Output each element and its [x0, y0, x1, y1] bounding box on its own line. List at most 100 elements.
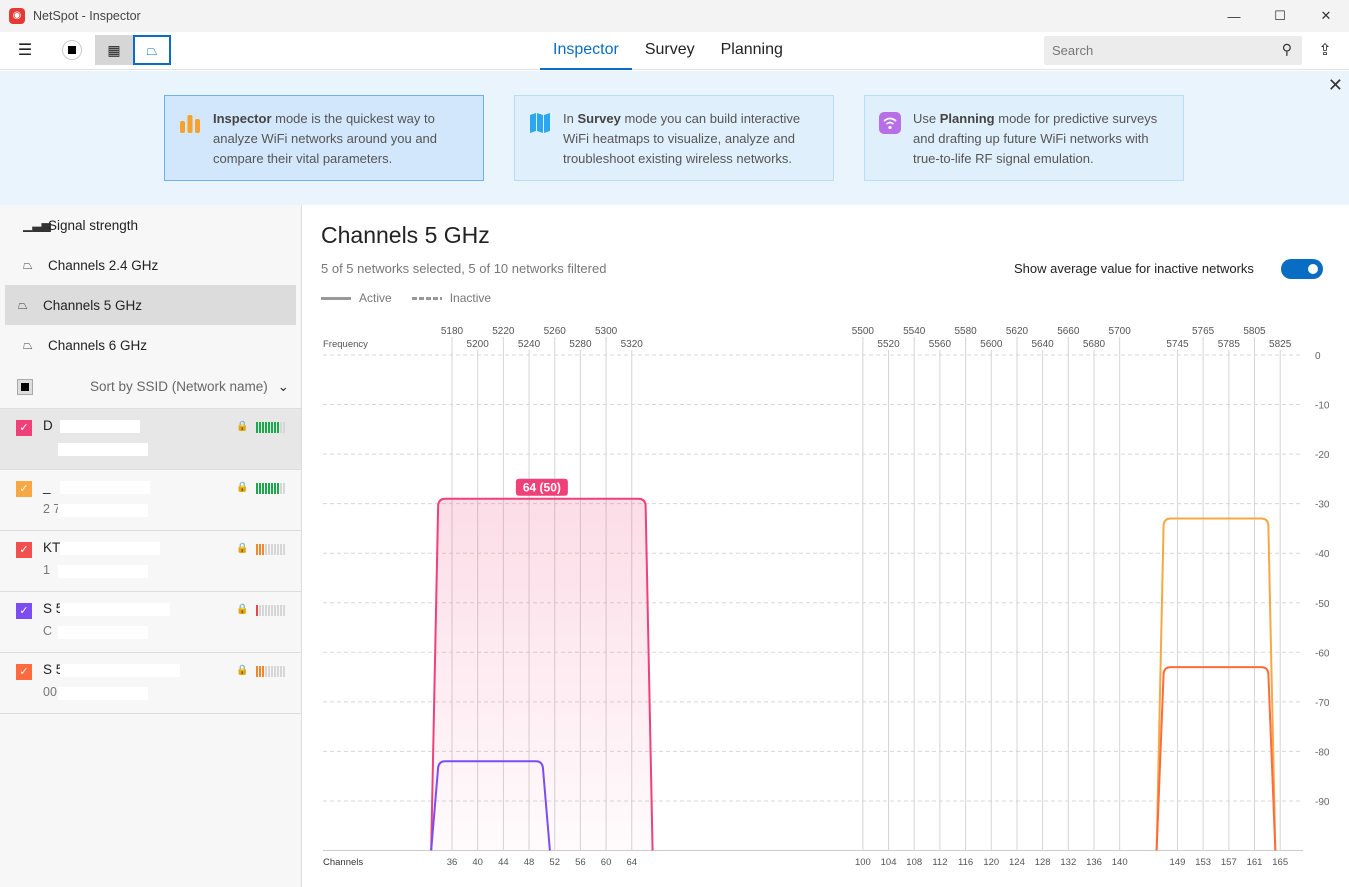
network-channel-label: 64 (50): [523, 481, 561, 495]
network-list-item[interactable]: ✓ _ 2 7 🔒: [0, 470, 301, 531]
channel-tick-label: 136: [1086, 857, 1102, 868]
frequency-tick-label: 5745: [1166, 339, 1189, 350]
y-tick-label: -30: [1315, 500, 1330, 511]
minimize-button[interactable]: —: [1211, 0, 1257, 32]
maximize-button[interactable]: ☐: [1257, 0, 1303, 32]
lock-icon: 🔒: [236, 604, 249, 615]
inspector-info-card[interactable]: Inspector mode is the quickest way to an…: [164, 95, 484, 181]
channel-chart[interactable]: 0 -10 -20 -30 -40 -50 -60 -70 -80 -90 518052005220…: [303, 205, 1349, 887]
card-bold: Planning: [939, 111, 995, 126]
survey-info-card[interactable]: In Survey mode you can build interactive…: [514, 95, 834, 181]
network-list-item[interactable]: ✓ S 5G C 🔒: [0, 592, 301, 653]
channel-tick-label: 60: [601, 857, 612, 868]
channel-tick-label: 140: [1112, 857, 1128, 868]
sidebar-item-signal-strength[interactable]: ▁▃▅ Signal strength: [5, 205, 296, 245]
chevron-down-icon: ⌄: [277, 378, 289, 394]
netspot-logo-icon: ◉: [9, 8, 25, 24]
frequency-tick-label: 5785: [1218, 339, 1241, 350]
sidebar-item-channels-5[interactable]: ⏢ Channels 5 GHz: [5, 285, 296, 325]
network-signal-fill: [431, 498, 653, 851]
sort-label: Sort by SSID (Network name): [90, 378, 268, 394]
lock-icon: 🔒: [236, 482, 249, 493]
frequency-tick-label: 5520: [877, 339, 900, 350]
signal-strength-bars: [256, 544, 285, 555]
frequency-tick-label: 5180: [441, 326, 464, 337]
frequency-tick-label: 5540: [903, 326, 926, 337]
nav-label: Channels 5 GHz: [43, 297, 143, 313]
channel-tick-label: 52: [549, 857, 560, 868]
close-button[interactable]: ✕: [1303, 0, 1349, 32]
card-bold: Survey: [577, 111, 621, 126]
channel-tick-label: 120: [983, 857, 999, 868]
y-tick-label: 0: [1315, 351, 1321, 362]
frequency-axis-label: Frequency: [323, 339, 368, 350]
frequency-tick-label: 5220: [492, 326, 515, 337]
channel-tick-label: 40: [472, 857, 483, 868]
bar-chart-icon: [180, 115, 200, 133]
network-list-item[interactable]: ✓ KT_ 19E 1 🔒: [0, 531, 301, 592]
y-tick-label: -80: [1315, 747, 1330, 758]
share-icon[interactable]: ⇪: [1312, 35, 1338, 65]
chart-view-icon[interactable]: ⏢: [133, 35, 171, 65]
card-text: Use: [913, 111, 940, 126]
y-tick-label: -90: [1315, 797, 1330, 808]
network-checkbox[interactable]: ✓: [16, 542, 32, 558]
channel-tick-label: 44: [498, 857, 509, 868]
channel-tick-label: 64: [626, 857, 637, 868]
lock-icon: 🔒: [236, 665, 249, 676]
nav-label: Channels 6 GHz: [48, 337, 148, 353]
channel-tick-label: 157: [1221, 857, 1237, 868]
network-checkbox[interactable]: ✓: [16, 481, 32, 497]
sidebar-item-channels-6[interactable]: ⏢ Channels 6 GHz: [5, 325, 296, 365]
sidebar-item-channels-2-4[interactable]: ⏢ Channels 2.4 GHz: [5, 245, 296, 285]
close-banner-icon[interactable]: ✕: [1328, 75, 1343, 96]
network-ssid: D: [43, 418, 53, 433]
network-list-item[interactable]: ✓ D 🔒: [0, 409, 301, 470]
sidebar: ▁▃▅ Signal strength ⏢ Channels 2.4 GHz ⏢ Ch…: [0, 205, 302, 887]
card-text: In: [563, 111, 578, 126]
search-placeholder: Search: [1052, 43, 1094, 58]
channel-tick-label: 116: [958, 857, 973, 868]
stop-button[interactable]: [60, 35, 84, 65]
frequency-tick-label: 5240: [518, 339, 541, 350]
mode-info-banner: Inspector mode is the quickest way to an…: [0, 71, 1349, 205]
signal-strength-bars: [256, 666, 285, 677]
search-icon[interactable]: ⚲: [1282, 41, 1292, 58]
y-tick-label: -40: [1315, 549, 1330, 560]
signal-strength-bars: [256, 605, 285, 616]
frequency-tick-label: 5200: [467, 339, 490, 350]
y-tick-label: -60: [1315, 648, 1330, 659]
table-view-icon[interactable]: ▦: [95, 35, 133, 65]
select-all-checkbox[interactable]: [17, 378, 33, 395]
network-list-item[interactable]: ✓ S 5G 00: 🔒: [0, 653, 301, 714]
chart-panel: Channels 5 GHz 5 of 5 networks selected,…: [303, 205, 1349, 887]
frequency-tick-label: 5600: [980, 339, 1003, 350]
channel-icon: ⏢: [23, 257, 33, 272]
sort-dropdown[interactable]: Sort by SSID (Network name) ⌄: [90, 379, 289, 395]
search-input[interactable]: Search ⚲: [1044, 36, 1302, 65]
tab-inspector[interactable]: Inspector: [540, 32, 632, 70]
menu-icon[interactable]: ☰: [10, 35, 40, 65]
frequency-tick-label: 5765: [1192, 326, 1215, 337]
channel-tick-label: 48: [524, 857, 535, 868]
network-ssid: _: [43, 479, 51, 494]
frequency-tick-label: 5560: [929, 339, 952, 350]
network-checkbox[interactable]: ✓: [16, 603, 32, 619]
y-tick-label: -50: [1315, 599, 1330, 610]
frequency-tick-label: 5500: [852, 326, 875, 337]
frequency-tick-label: 5680: [1083, 339, 1106, 350]
network-signal-curve: [1155, 666, 1277, 851]
planning-info-card[interactable]: Use Planning mode for predictive surveys…: [864, 95, 1184, 181]
channel-tick-label: 128: [1035, 857, 1051, 868]
network-bssid: C: [43, 624, 53, 638]
tab-planning[interactable]: Planning: [708, 32, 796, 70]
tab-survey[interactable]: Survey: [632, 32, 708, 70]
nav-label: Channels 2.4 GHz: [48, 257, 159, 273]
network-checkbox[interactable]: ✓: [16, 420, 32, 436]
network-checkbox[interactable]: ✓: [16, 664, 32, 680]
frequency-tick-label: 5700: [1109, 326, 1132, 337]
channel-tick-label: 108: [906, 857, 922, 868]
channel-tick-label: 104: [881, 857, 897, 868]
network-list: ✓ D 🔒 ✓ _ 2 7 🔒 ✓ KT_ 19E 1 🔒 ✓ S 5G C 🔒…: [0, 409, 301, 714]
y-tick-label: -20: [1315, 450, 1330, 461]
